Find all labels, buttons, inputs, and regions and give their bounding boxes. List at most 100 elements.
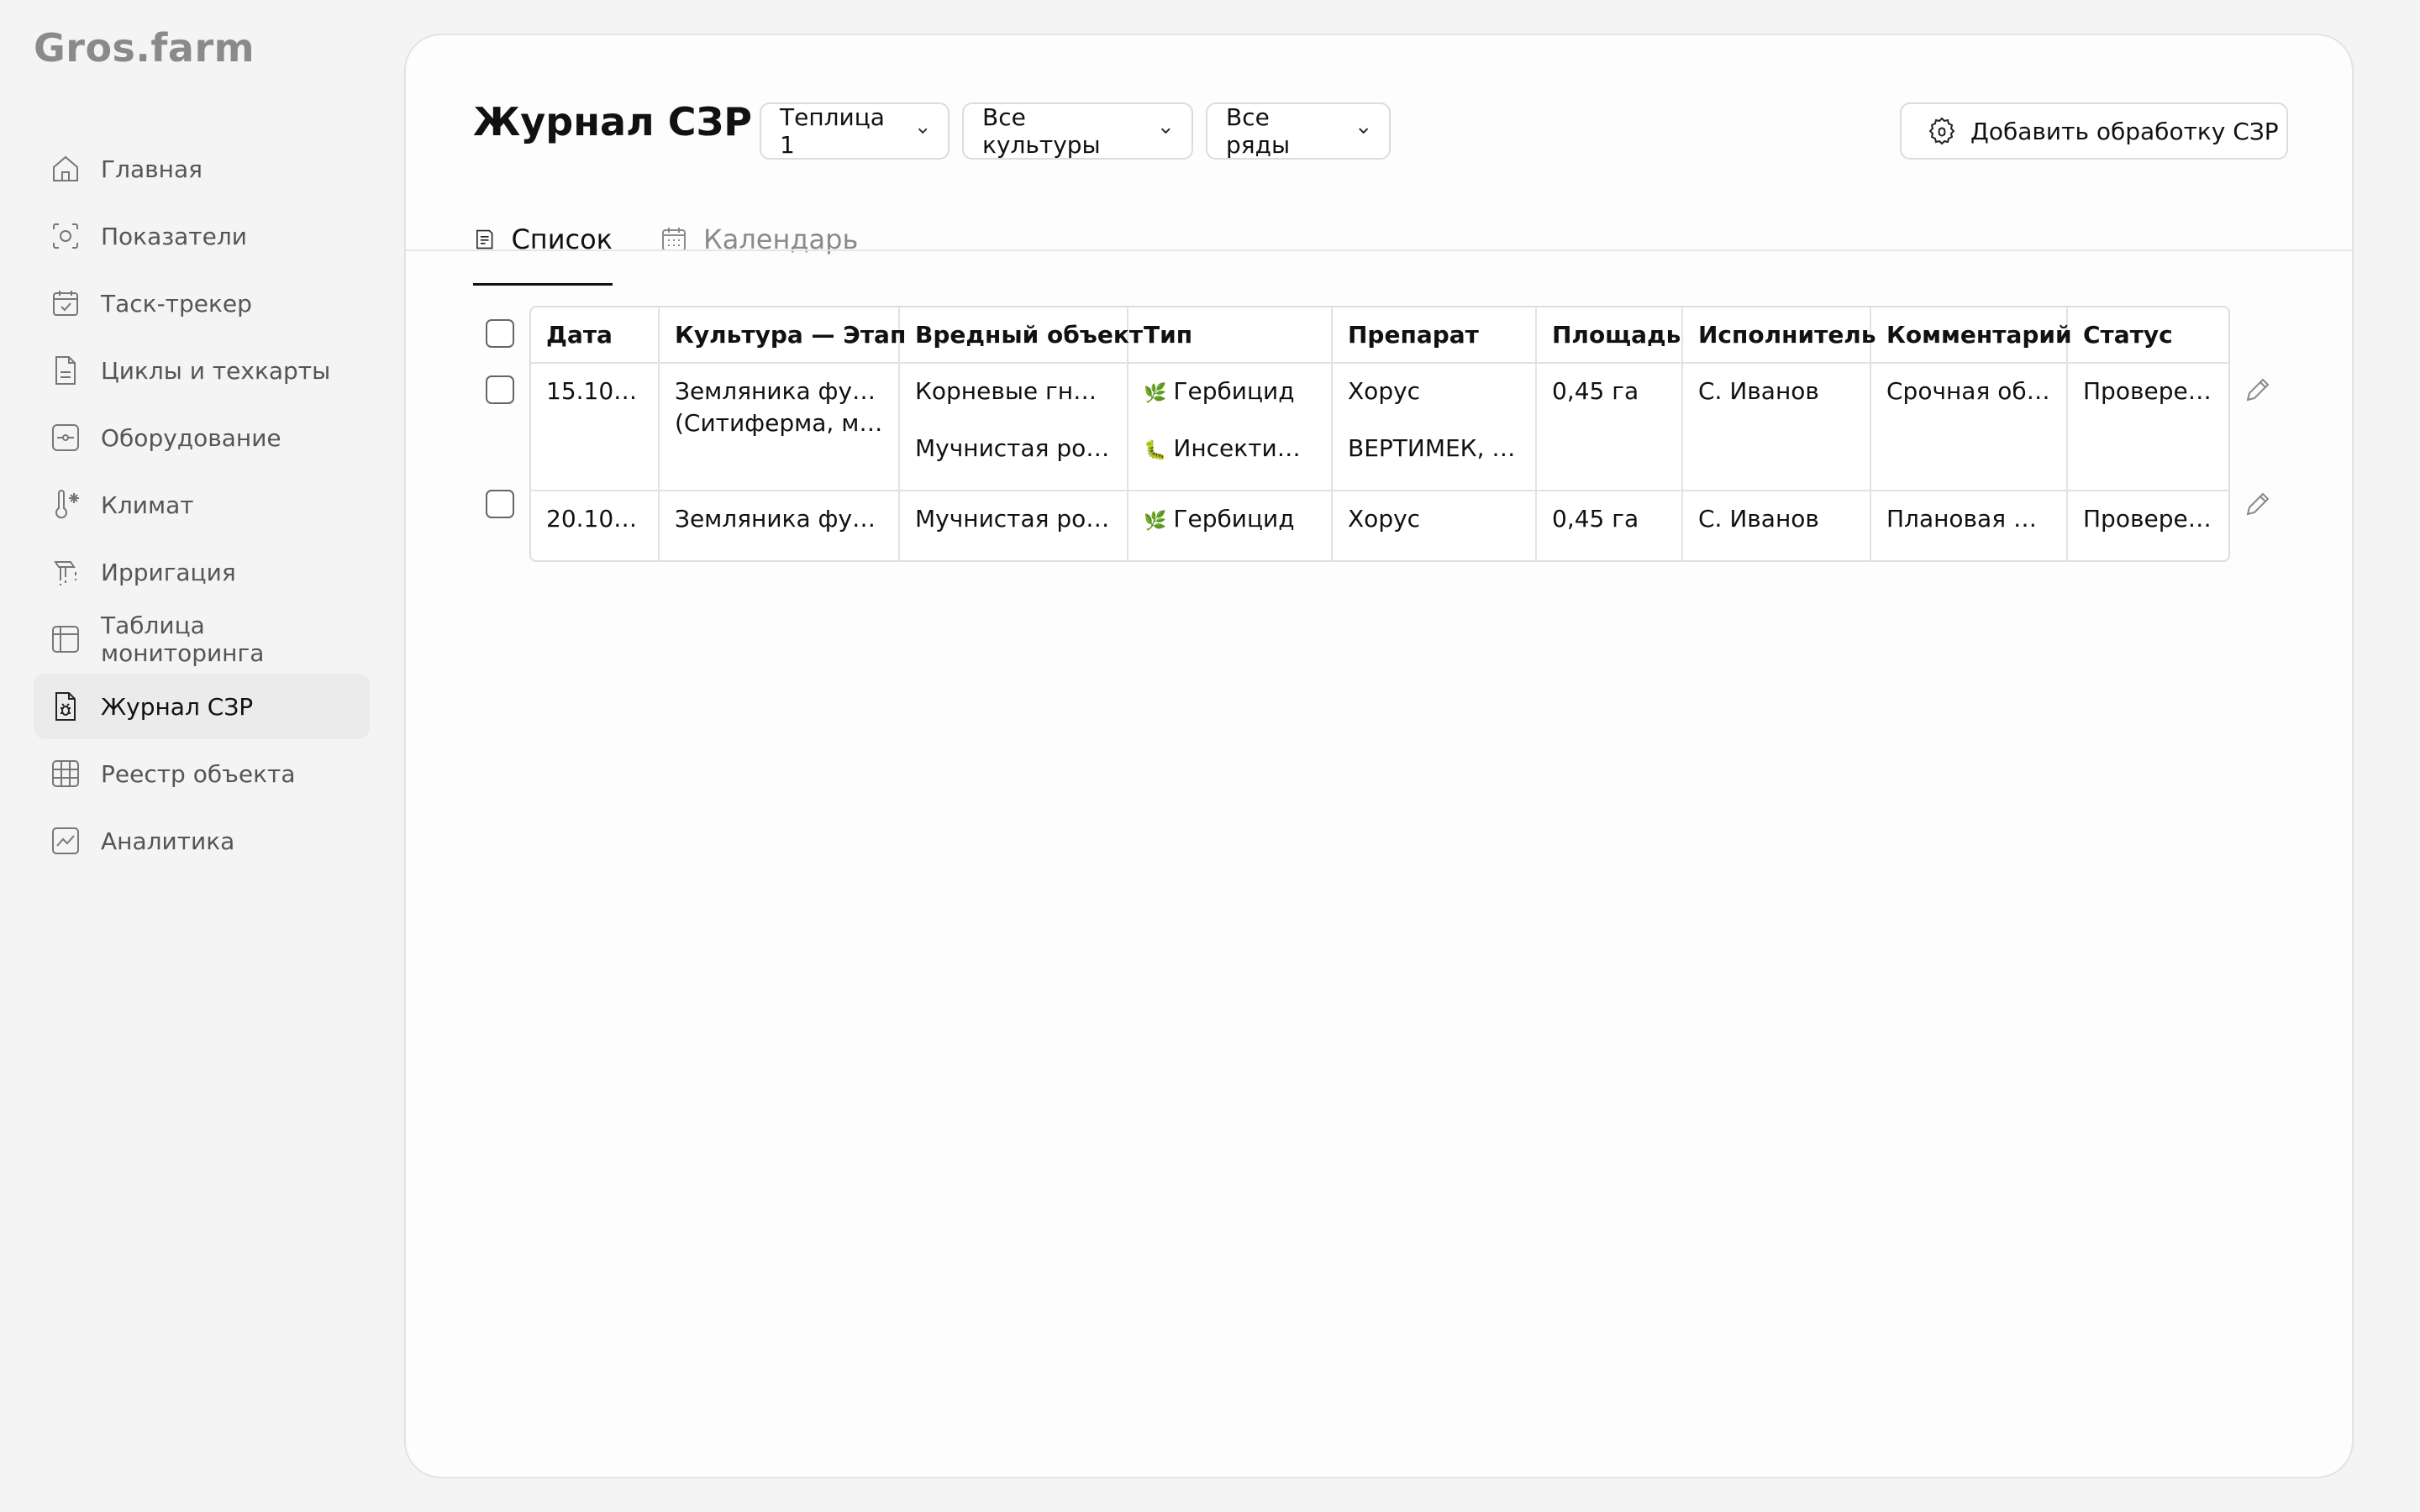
table-row[interactable]: 20.10.25 Земляника фурор Мучнистая роса … [531, 491, 2228, 560]
crop-stage-cell: Земляника фурор [675, 505, 883, 533]
add-treatment-label: Добавить обработку СЗР [1970, 117, 2279, 145]
sidebar-item-label: Циклы и техкарты [101, 356, 331, 385]
date-cell: 20.10.25 [546, 505, 643, 533]
type-cell: 🌿 Гербицид [1144, 375, 1316, 433]
insecticide-icon: 🐛 [1144, 440, 1167, 461]
type-label: Инсектицид [1173, 434, 1316, 462]
sidebar-item-label: Журнал СЗР [101, 692, 254, 721]
column-header[interactable]: Исполнитель [1682, 307, 1876, 364]
greenhouse-select[interactable]: Теплица 1 [760, 102, 950, 160]
column-header[interactable]: Препарат [1332, 307, 1537, 364]
sidebar-item-analytics[interactable]: Аналитика [34, 808, 370, 874]
type-label: Гербицид [1173, 377, 1295, 405]
sidebar-item-label: Ирригация [101, 558, 236, 586]
sidebar-item-registry[interactable]: Реестр объекта [34, 741, 370, 806]
status-cell: Проверено [2083, 377, 2217, 405]
equipment-icon [49, 421, 82, 454]
sidebar-item-climate[interactable]: Климат [34, 472, 370, 538]
area-cell: 0,45 га [1552, 377, 1639, 405]
area-cell: 0,45 га [1552, 505, 1639, 533]
greenhouse-select-value: Теплица 1 [780, 103, 885, 159]
row-checkbox[interactable] [486, 375, 514, 404]
add-treatment-button[interactable]: Добавить обработку СЗР [1900, 102, 2288, 160]
chart-icon [49, 824, 82, 858]
sidebar: Главная Показатели Таск-трекер Циклы и т… [34, 136, 370, 875]
pest-cell: Корневые гнили [915, 377, 1112, 405]
metrics-icon [49, 219, 82, 253]
table-row[interactable]: 15.10.25 Земляника фурор (Ситиферма, ми к… [531, 363, 2228, 491]
sidebar-item-label: Реестр объекта [101, 759, 296, 788]
bug-add-icon [1928, 117, 1955, 145]
sidebar-item-label: Главная [101, 155, 203, 183]
sidebar-item-label: Таблица мониторинга [101, 612, 265, 667]
tab-calendar[interactable]: Календарь [660, 195, 858, 284]
pest-cell: Мучнистая роса [915, 434, 1112, 462]
row-checkbox[interactable] [486, 490, 514, 518]
type-cell: 🌿 Гербицид [1144, 503, 1316, 560]
status-cell: Проверено [2083, 505, 2217, 533]
sidebar-item-task-tracker[interactable]: Таск-трекер [34, 270, 370, 336]
edit-row-button[interactable] [2243, 375, 2273, 405]
table-header-row: Дата Культура — Этап Вредный объект Тип … [531, 307, 2228, 364]
edit-row-button[interactable] [2243, 489, 2273, 519]
pencil-icon [2246, 378, 2270, 402]
sidebar-item-label: Аналитика [101, 827, 235, 855]
grid-icon [49, 757, 82, 790]
crop-stage-cell: Земляника фурор (Ситиферма, микро [675, 375, 883, 439]
sidebar-item-label: Оборудование [101, 423, 281, 452]
type-cell: 🐛 Инсектицид [1144, 433, 1316, 490]
product-cell: Хорус [1348, 377, 1421, 405]
column-header[interactable]: Культура — Этап [659, 307, 906, 364]
sidebar-item-irrigation[interactable]: Ирригация [34, 539, 370, 605]
document-icon [49, 354, 82, 387]
sidebar-item-metrics[interactable]: Показатели [34, 203, 370, 269]
date-cell: 15.10.25 [546, 377, 643, 405]
herbicide-icon: 🌿 [1144, 511, 1167, 532]
sidebar-item-monitoring-table[interactable]: Таблица мониторинга [34, 606, 370, 672]
crop-line: (Ситиферма, микро [675, 409, 883, 437]
home-icon [49, 152, 82, 186]
column-header[interactable]: Комментарий [1870, 307, 2072, 364]
rows-select-value: Все ряды [1226, 103, 1291, 159]
crops-select-value: Все культуры [982, 103, 1101, 159]
pest-cell: Мучнистая роса [915, 505, 1112, 533]
bug-document-icon [49, 690, 82, 723]
column-header[interactable]: Статус [2067, 307, 2228, 364]
szr-table: Дата Культура — Этап Вредный объект Тип … [529, 306, 2230, 562]
tab-list[interactable]: Список [473, 195, 613, 286]
product-cell: ВЕРТИМЕК, КЭ [1348, 434, 1520, 462]
sidebar-item-label: Таск-трекер [101, 289, 252, 318]
column-header[interactable]: Тип [1128, 307, 1333, 364]
column-header[interactable]: Дата [531, 307, 660, 364]
executor-cell: С. Иванов [1698, 505, 1819, 533]
executor-cell: С. Иванов [1698, 377, 1819, 405]
chevron-down-icon [1161, 128, 1171, 134]
chevron-down-icon [1358, 128, 1368, 134]
main-panel: Журнал СЗР Теплица 1 Все культуры Все ря… [404, 34, 2354, 1478]
calendar-check-icon [49, 286, 82, 320]
sidebar-item-szr-journal[interactable]: Журнал СЗР [34, 674, 370, 739]
comment-cell: Плановая обработка [1886, 505, 2051, 533]
rows-select[interactable]: Все ряды [1206, 102, 1391, 160]
select-all-checkbox[interactable] [486, 319, 514, 348]
sidebar-item-home[interactable]: Главная [34, 136, 370, 202]
pencil-icon [2246, 492, 2270, 516]
herbicide-icon: 🌿 [1144, 383, 1167, 404]
app-logo: Gros.farm [34, 25, 255, 71]
irrigation-icon [49, 555, 82, 589]
crops-select[interactable]: Все культуры [962, 102, 1193, 160]
product-cell: Хорус [1348, 505, 1421, 533]
sidebar-item-equipment[interactable]: Оборудование [34, 405, 370, 470]
sidebar-item-cycles[interactable]: Циклы и техкарты [34, 338, 370, 403]
sidebar-item-label: Климат [101, 491, 194, 519]
crop-line: Земляника фурор [675, 377, 883, 405]
thermometer-icon [49, 488, 82, 522]
table-icon [49, 622, 82, 656]
page-title: Журнал СЗР [473, 99, 752, 144]
column-header[interactable]: Площадь [1536, 307, 1683, 364]
sidebar-item-label: Показатели [101, 222, 247, 250]
comment-cell: Срочная обработка [1886, 377, 2051, 405]
chevron-down-icon [918, 128, 928, 134]
column-header[interactable]: Вредный объект [899, 307, 1143, 364]
tabs-divider [406, 249, 2352, 251]
